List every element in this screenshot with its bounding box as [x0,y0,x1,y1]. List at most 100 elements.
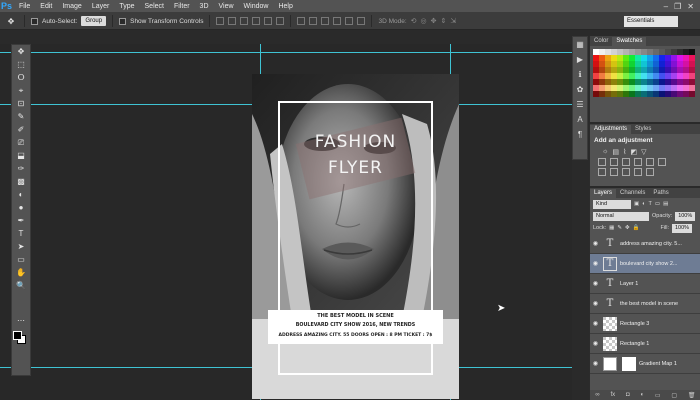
visibility-eye-icon[interactable]: ◉ [590,280,601,287]
layer-row[interactable]: ◉ T Layer 1 [590,274,700,294]
add-mask-icon[interactable]: ◘ [626,392,630,398]
tab-paths[interactable]: Paths [649,189,672,198]
link-layers-icon[interactable]: ∞ [595,392,599,398]
align-center-icon[interactable] [264,17,273,25]
lock-all-icon[interactable]: 🔒 [633,225,640,231]
layer-row[interactable]: ◉ Rectangle 1 [590,334,700,354]
filter-smart-icon[interactable]: ▤ [663,201,668,207]
threshold-icon[interactable] [622,168,630,176]
gradient-tool-icon[interactable]: ◐ [12,188,30,201]
layer-row[interactable]: ◉ Tthe best model in scene [590,294,700,314]
lasso-tool-icon[interactable]: ⵔ [12,71,30,84]
crop-tool-icon[interactable]: ⊡ [12,97,30,110]
menu-help[interactable]: Help [273,0,297,13]
clone-stamp-tool-icon[interactable]: ⬓ [12,149,30,162]
tab-styles[interactable]: Styles [631,125,655,134]
lock-pixels-icon[interactable]: ▦ [609,225,614,231]
foreground-color-swatch[interactable] [13,331,22,340]
flyer-document[interactable]: FASHION FLYER THE BEST MODEL IN SCENE BO… [252,74,459,399]
exposure-icon[interactable]: ◩ [630,148,637,156]
tab-layers[interactable]: Layers [590,189,617,198]
color-balance-icon[interactable] [610,158,618,166]
distribute-middle-icon[interactable] [309,17,318,25]
menu-window[interactable]: Window [239,0,274,13]
menu-view[interactable]: View [214,0,239,13]
new-layer-icon[interactable]: ▢ [671,392,677,399]
tab-color[interactable]: Color [590,37,612,46]
history-icon[interactable]: ▦ [573,37,587,52]
lock-paint-icon[interactable]: ✎ [617,225,622,231]
menu-select[interactable]: Select [140,0,169,13]
visibility-eye-icon[interactable]: ◉ [590,320,601,327]
menu-filter[interactable]: Filter [169,0,195,13]
tab-channels[interactable]: Channels [616,189,649,198]
visibility-eye-icon[interactable]: ◉ [590,340,601,347]
visibility-eye-icon[interactable]: ◉ [590,360,601,367]
filter-type-icon[interactable]: T [649,201,652,207]
delete-layer-icon[interactable]: 🗑 [688,392,696,399]
distribute-left-icon[interactable] [333,17,342,25]
color-lookup-icon[interactable] [658,158,666,166]
3d-rotate-icon[interactable]: ⟲ [411,17,417,25]
brightness-icon[interactable]: ☼ [602,148,608,156]
more-tool-icon[interactable]: ⋯ [12,314,30,327]
kind-filter-dropdown[interactable]: Kind [593,199,631,209]
invert-icon[interactable] [598,168,606,176]
history-brush-tool-icon[interactable]: ✑ [12,162,30,175]
menu-image[interactable]: Image [57,0,86,13]
visibility-eye-icon[interactable]: ◉ [590,300,601,307]
minimize-icon[interactable]: – [664,2,668,11]
layer-style-icon[interactable]: fx [611,392,616,398]
restore-icon[interactable]: ❐ [674,2,681,11]
new-adjustment-icon[interactable]: ◐ [640,392,644,398]
menu-file[interactable]: File [14,0,35,13]
pen-tool-icon[interactable]: ✒ [12,214,30,227]
visibility-eye-icon[interactable]: ◉ [590,260,601,267]
visibility-eye-icon[interactable]: ◉ [590,240,601,247]
type-tool-icon[interactable]: T [12,227,30,240]
vibrance-icon[interactable]: ▽ [641,148,646,156]
tab-swatches[interactable]: Swatches [612,37,647,46]
channel-mixer-icon[interactable] [646,158,654,166]
marquee-tool-icon[interactable]: ⬚ [12,58,30,71]
paragraph-icon[interactable]: ¶ [573,127,587,142]
align-middle-icon[interactable] [228,17,237,25]
path-select-tool-icon[interactable]: ➤ [12,240,30,253]
color-swatch[interactable] [689,91,695,97]
workspace-dropdown[interactable]: Essentials [624,16,678,27]
3d-slide-icon[interactable]: ⇕ [441,17,447,25]
character-icon[interactable]: A [573,112,587,127]
gradient-map-icon[interactable] [634,168,642,176]
move-tool-icon[interactable]: ✥ [12,45,30,58]
filter-adjust-icon[interactable]: ◐ [642,201,645,207]
menu-edit[interactable]: Edit [35,0,57,13]
layer-row[interactable]: ◉ Gradient Map 1 [590,354,700,374]
distribute-top-icon[interactable] [297,17,306,25]
info-icon[interactable]: ℹ [573,67,587,82]
align-bottom-icon[interactable] [240,17,249,25]
brush-tool-icon[interactable]: ⎚ [12,136,30,149]
brush-settings-icon[interactable]: ✿ [573,82,587,97]
filter-pixel-icon[interactable]: ▣ [634,201,639,207]
distribute-bottom-icon[interactable] [321,17,330,25]
3d-scale-icon[interactable]: ⇲ [450,17,456,25]
quick-select-tool-icon[interactable]: ⌖ [12,84,30,97]
blur-tool-icon[interactable]: ● [12,201,30,214]
levels-icon[interactable]: ▤ [612,148,619,156]
posterize-icon[interactable] [610,168,618,176]
menu-type[interactable]: Type [114,0,139,13]
actions-play-icon[interactable]: ▶ [573,52,587,67]
show-transform-checkbox[interactable] [119,17,127,25]
blend-mode-dropdown[interactable]: Normal [593,211,649,221]
lock-move-icon[interactable]: ✥ [625,225,630,231]
align-top-icon[interactable] [216,17,225,25]
tab-adjustments[interactable]: Adjustments [590,125,632,134]
new-group-icon[interactable]: ▭ [655,392,661,399]
align-right-icon[interactable] [276,17,285,25]
3d-drag-icon[interactable]: ✥ [431,17,437,25]
menu-layer[interactable]: Layer [87,0,115,13]
eyedropper-tool-icon[interactable]: ✎ [12,110,30,123]
close-icon[interactable]: ✕ [687,2,694,11]
3d-roll-icon[interactable]: ◎ [421,17,427,25]
healing-tool-icon[interactable]: ✐ [12,123,30,136]
